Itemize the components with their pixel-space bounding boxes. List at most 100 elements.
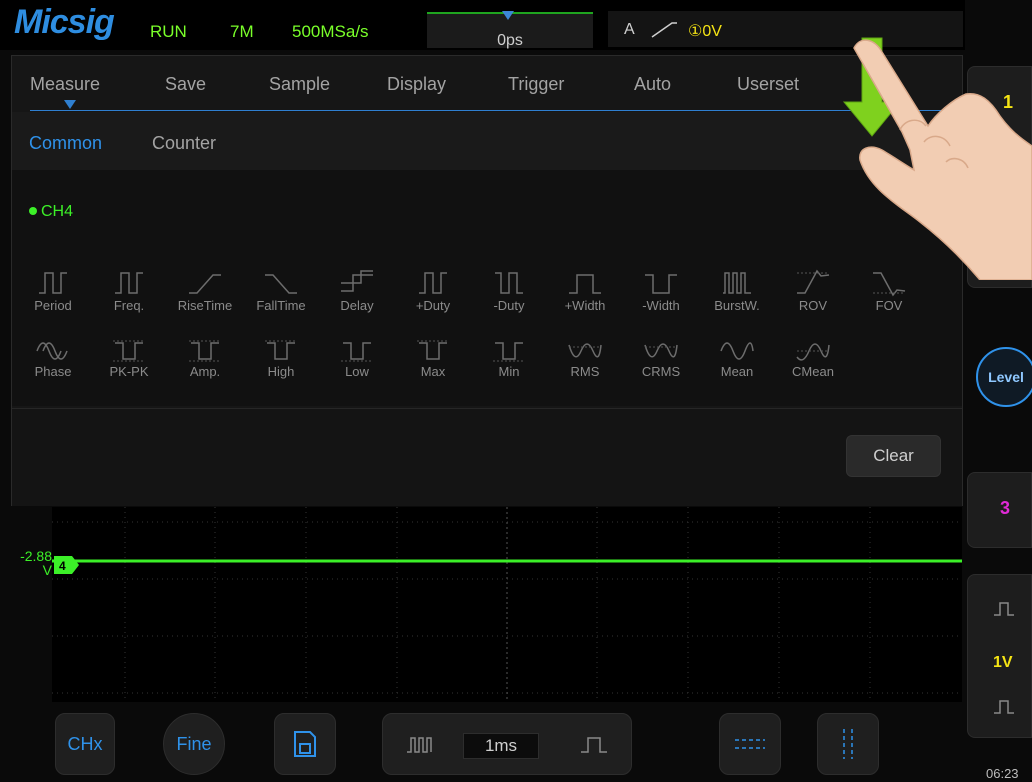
measure-label: RMS xyxy=(570,364,600,379)
menu-tabs: Measure Save Sample Display Trigger Auto… xyxy=(12,56,962,112)
measure-label: Mean xyxy=(720,364,754,379)
cycle-rms-icon xyxy=(644,343,678,358)
rise-overshoot-icon xyxy=(797,269,830,294)
fine-button[interactable]: Fine xyxy=(163,713,225,775)
measure-label: Amp. xyxy=(189,364,221,379)
time-offset-value: 0ps xyxy=(497,32,523,49)
tab-save[interactable]: Save xyxy=(165,74,206,95)
save-icon xyxy=(294,731,316,757)
ch3-label: 3 xyxy=(1000,498,1011,518)
measure-menu-panel: Measure Save Sample Display Trigger Auto… xyxy=(11,55,963,506)
timebase-value: 1ms xyxy=(463,733,539,759)
tab-auto[interactable]: Auto xyxy=(634,74,671,95)
low-level-icon xyxy=(341,342,373,362)
measure-low[interactable]: Low xyxy=(319,337,395,379)
hand-gesture-icon xyxy=(842,37,1032,280)
tab-display[interactable]: Display xyxy=(387,74,446,95)
measure-plus-duty[interactable]: +Duty xyxy=(395,267,471,313)
measure-burst-width[interactable]: BurstW. xyxy=(699,267,775,313)
measure-high[interactable]: High xyxy=(243,337,319,379)
measure-cmean[interactable]: CMean xyxy=(775,337,851,379)
measure-label: Low xyxy=(345,364,369,379)
trigger-position-marker xyxy=(502,11,514,20)
chx-button[interactable]: CHx xyxy=(55,713,115,775)
channel-selector[interactable]: CH4 xyxy=(29,203,73,221)
single-pulse-icon xyxy=(581,737,607,753)
burst-width-icon xyxy=(723,272,751,294)
positive-width-icon xyxy=(569,274,601,294)
horizontal-cursor-button[interactable] xyxy=(719,713,781,775)
measure-items-area: CH4 Period Freq. RiseTime FallTime Delay… xyxy=(12,170,962,406)
ch4-offset-label: -2.88 V xyxy=(6,549,52,577)
level-knob[interactable]: Level xyxy=(976,347,1032,407)
measure-delay[interactable]: Delay xyxy=(319,267,395,313)
channel-label: CH4 xyxy=(41,203,74,220)
memory-depth: 7M xyxy=(230,22,254,41)
measure-pk-pk[interactable]: PK-PK xyxy=(91,337,167,379)
measure-min[interactable]: Min xyxy=(471,337,547,379)
measure-minus-width[interactable]: -Width xyxy=(623,267,699,313)
tab-trigger[interactable]: Trigger xyxy=(508,74,564,95)
vertical-cursor-button[interactable] xyxy=(817,713,879,775)
save-button[interactable] xyxy=(274,713,336,775)
frequency-icon xyxy=(115,272,143,294)
maximum-icon xyxy=(417,340,449,360)
measure-label: BurstW. xyxy=(714,298,760,313)
measure-mean[interactable]: Mean xyxy=(699,337,775,379)
measure-label: PK-PK xyxy=(109,364,149,379)
measure-minus-duty[interactable]: -Duty xyxy=(471,267,547,313)
negative-width-icon xyxy=(645,274,677,294)
measure-falltime[interactable]: FallTime xyxy=(243,267,319,313)
measure-label: High xyxy=(267,364,295,379)
measure-label: CRMS xyxy=(641,364,681,379)
measure-amp[interactable]: Amp. xyxy=(167,337,243,379)
subtab-common[interactable]: Common xyxy=(29,133,102,154)
mean-icon xyxy=(720,342,754,360)
measure-freq[interactable]: Freq. xyxy=(91,267,167,313)
measure-plus-width[interactable]: +Width xyxy=(547,267,623,313)
rising-edge-icon xyxy=(651,22,677,38)
ch4-marker[interactable]: 4 xyxy=(54,556,80,574)
peak-to-peak-icon xyxy=(113,340,145,362)
measure-label: Max xyxy=(420,364,446,379)
delay-icon xyxy=(341,270,373,292)
vertical-scale-value: 1V xyxy=(993,654,1013,671)
measure-label: RiseTime xyxy=(177,298,233,313)
tab-divider xyxy=(30,110,960,111)
measure-subtabs: Common Counter xyxy=(12,112,962,170)
amplitude-icon xyxy=(189,340,221,362)
measure-rms[interactable]: RMS xyxy=(547,337,623,379)
phase-icon xyxy=(36,342,68,360)
measure-label: FOV xyxy=(875,298,903,313)
trigger-mode-label: A xyxy=(624,21,635,38)
measure-label: +Width xyxy=(564,298,606,313)
measure-label: Min xyxy=(498,364,520,379)
measure-max[interactable]: Max xyxy=(395,337,471,379)
tab-userset[interactable]: Userset xyxy=(737,74,799,95)
rms-icon xyxy=(568,343,602,358)
measure-label: CMean xyxy=(792,364,834,379)
waveform-grid[interactable] xyxy=(52,507,962,702)
measure-crms[interactable]: CRMS xyxy=(623,337,699,379)
pulse-train-icon xyxy=(407,737,432,753)
period-icon xyxy=(39,272,67,294)
cycle-mean-icon xyxy=(796,343,830,361)
measure-risetime[interactable]: RiseTime xyxy=(167,267,243,313)
channel-dot-icon xyxy=(29,207,37,215)
tab-measure[interactable]: Measure xyxy=(30,74,100,95)
time-offset-indicator[interactable]: 0ps xyxy=(427,11,593,49)
measure-period[interactable]: Period xyxy=(15,267,91,313)
measure-label: Delay xyxy=(340,298,374,313)
measure-label: -Width xyxy=(642,298,680,313)
rise-time-icon xyxy=(189,274,221,294)
high-level-icon xyxy=(265,340,297,360)
measure-phase[interactable]: Phase xyxy=(15,337,91,379)
subtab-counter[interactable]: Counter xyxy=(152,133,216,154)
run-stop-button[interactable]: RUN xyxy=(150,22,187,42)
tab-sample[interactable]: Sample xyxy=(269,74,330,95)
measure-label: ROV xyxy=(798,298,828,313)
measure-label: Freq. xyxy=(113,298,145,313)
sample-rate: 500MSa/s xyxy=(292,22,369,41)
clear-button[interactable]: Clear xyxy=(846,435,941,477)
measure-label: +Duty xyxy=(415,298,451,313)
